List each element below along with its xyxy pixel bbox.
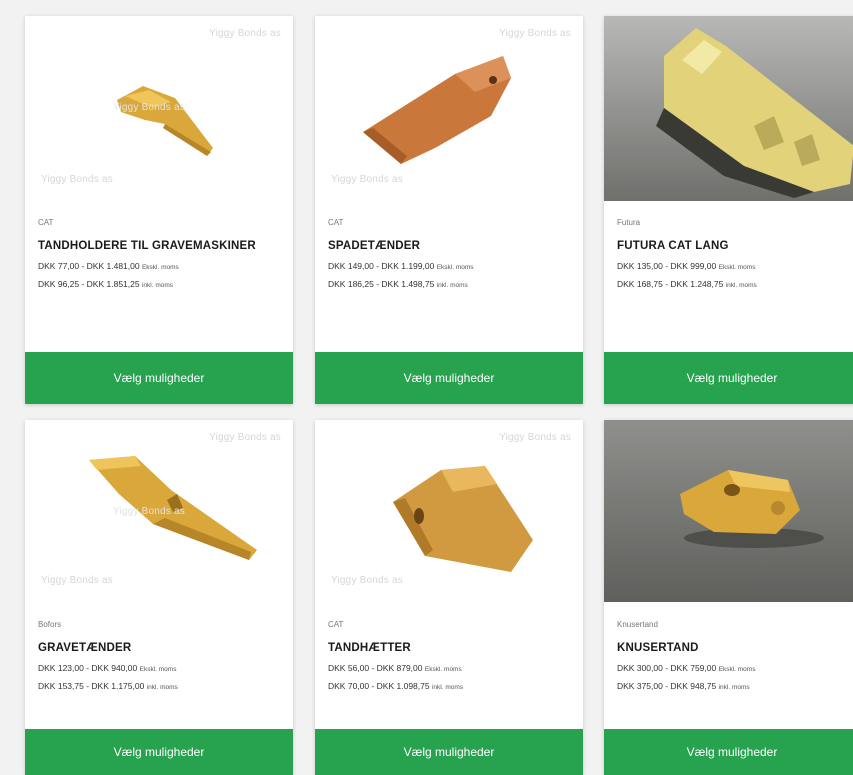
watermark-text: Yiggy Bonds as [331,174,403,185]
watermark-text: Yiggy Bonds as [41,174,113,185]
product-image[interactable] [604,16,853,201]
price-excl-vat: DKK 56,00 - DKK 879,00 Ekskl. moms [328,663,462,673]
product-brand: Futura [617,218,641,227]
select-options-button[interactable]: Vælg muligheder [315,352,583,404]
product-title[interactable]: SPADETÆNDER [328,234,570,258]
price-incl-vat: DKK 153,75 - DKK 1.175,00 inkl. moms [38,681,178,691]
watermark-text: Yiggy Bonds as [41,575,113,586]
select-options-button[interactable]: Vælg muligheder [315,729,583,775]
product-title[interactable]: TANDHOLDERE TIL GRAVEMASKINER [38,234,280,258]
watermark-text: Yiggy Bonds as [499,28,571,39]
select-options-button[interactable]: Vælg muligheder [604,729,853,775]
price-incl-vat: DKK 70,00 - DKK 1.098,75 inkl. moms [328,681,464,691]
watermark-text: Yiggy Bonds as [499,432,571,443]
product-brand: Knusertand [617,620,658,629]
product-brand: CAT [328,218,344,227]
price-excl-vat: DKK 77,00 - DKK 1.481,00 Ekskl. moms [38,261,179,271]
product-image[interactable]: Yiggy Bonds as Yiggy Bonds as Yiggy Bond… [25,16,293,201]
price-incl-vat: DKK 375,00 - DKK 948,75 inkl. moms [617,681,750,691]
select-options-button[interactable]: Vælg muligheder [25,729,293,775]
product-brand: Bofors [38,620,62,629]
watermark-text: Yiggy Bonds as [331,575,403,586]
product-image[interactable]: Yiggy Bonds as Yiggy Bonds as [315,16,583,201]
product-image[interactable] [604,420,853,602]
watermark-text: Yiggy Bonds as [209,28,281,39]
watermark-text: Yiggy Bonds as [113,102,185,113]
product-card[interactable]: Yiggy Bonds as Yiggy Bonds as Yiggy Bond… [25,420,293,775]
price-incl-vat: DKK 96,25 - DKK 1.851,25 inkl. moms [38,279,174,289]
product-title[interactable]: GRAVETÆNDER [38,636,280,660]
price-excl-vat: DKK 123,00 - DKK 940,00 Ekskl. moms [38,663,177,673]
crusher-tooth-photo [604,420,853,602]
product-card[interactable]: Futura FUTURA CAT LANG DKK 135,00 - DKK … [604,16,853,404]
product-card[interactable]: Yiggy Bonds as Yiggy Bonds as CAT TANDHÆ… [315,420,583,775]
watermark-text: Yiggy Bonds as [113,506,185,517]
price-incl-vat: DKK 168,75 - DKK 1.248,75 inkl. moms [617,279,757,289]
product-title[interactable]: KNUSERTAND [617,636,847,660]
futura-tooth-photo [604,16,853,201]
product-card[interactable]: Yiggy Bonds as Yiggy Bonds as CAT SPADET… [315,16,583,404]
price-excl-vat: DKK 300,00 - DKK 759,00 Ekskl. moms [617,663,756,673]
product-card[interactable]: Knusertand KNUSERTAND DKK 300,00 - DKK 7… [604,420,853,775]
product-brand: CAT [38,218,54,227]
select-options-button[interactable]: Vælg muligheder [604,352,853,404]
select-options-button[interactable]: Vælg muligheder [25,352,293,404]
product-title[interactable]: TANDHÆTTER [328,636,570,660]
product-card[interactable]: Yiggy Bonds as Yiggy Bonds as Yiggy Bond… [25,16,293,404]
watermark-text: Yiggy Bonds as [209,432,281,443]
product-image[interactable]: Yiggy Bonds as Yiggy Bonds as [315,420,583,602]
product-title[interactable]: FUTURA CAT LANG [617,234,847,258]
product-brand: CAT [328,620,344,629]
price-excl-vat: DKK 149,00 - DKK 1.199,00 Ekskl. moms [328,261,474,271]
price-excl-vat: DKK 135,00 - DKK 999,00 Ekskl. moms [617,261,756,271]
price-incl-vat: DKK 186,25 - DKK 1.498,75 inkl. moms [328,279,468,289]
product-image[interactable]: Yiggy Bonds as Yiggy Bonds as Yiggy Bond… [25,420,293,602]
